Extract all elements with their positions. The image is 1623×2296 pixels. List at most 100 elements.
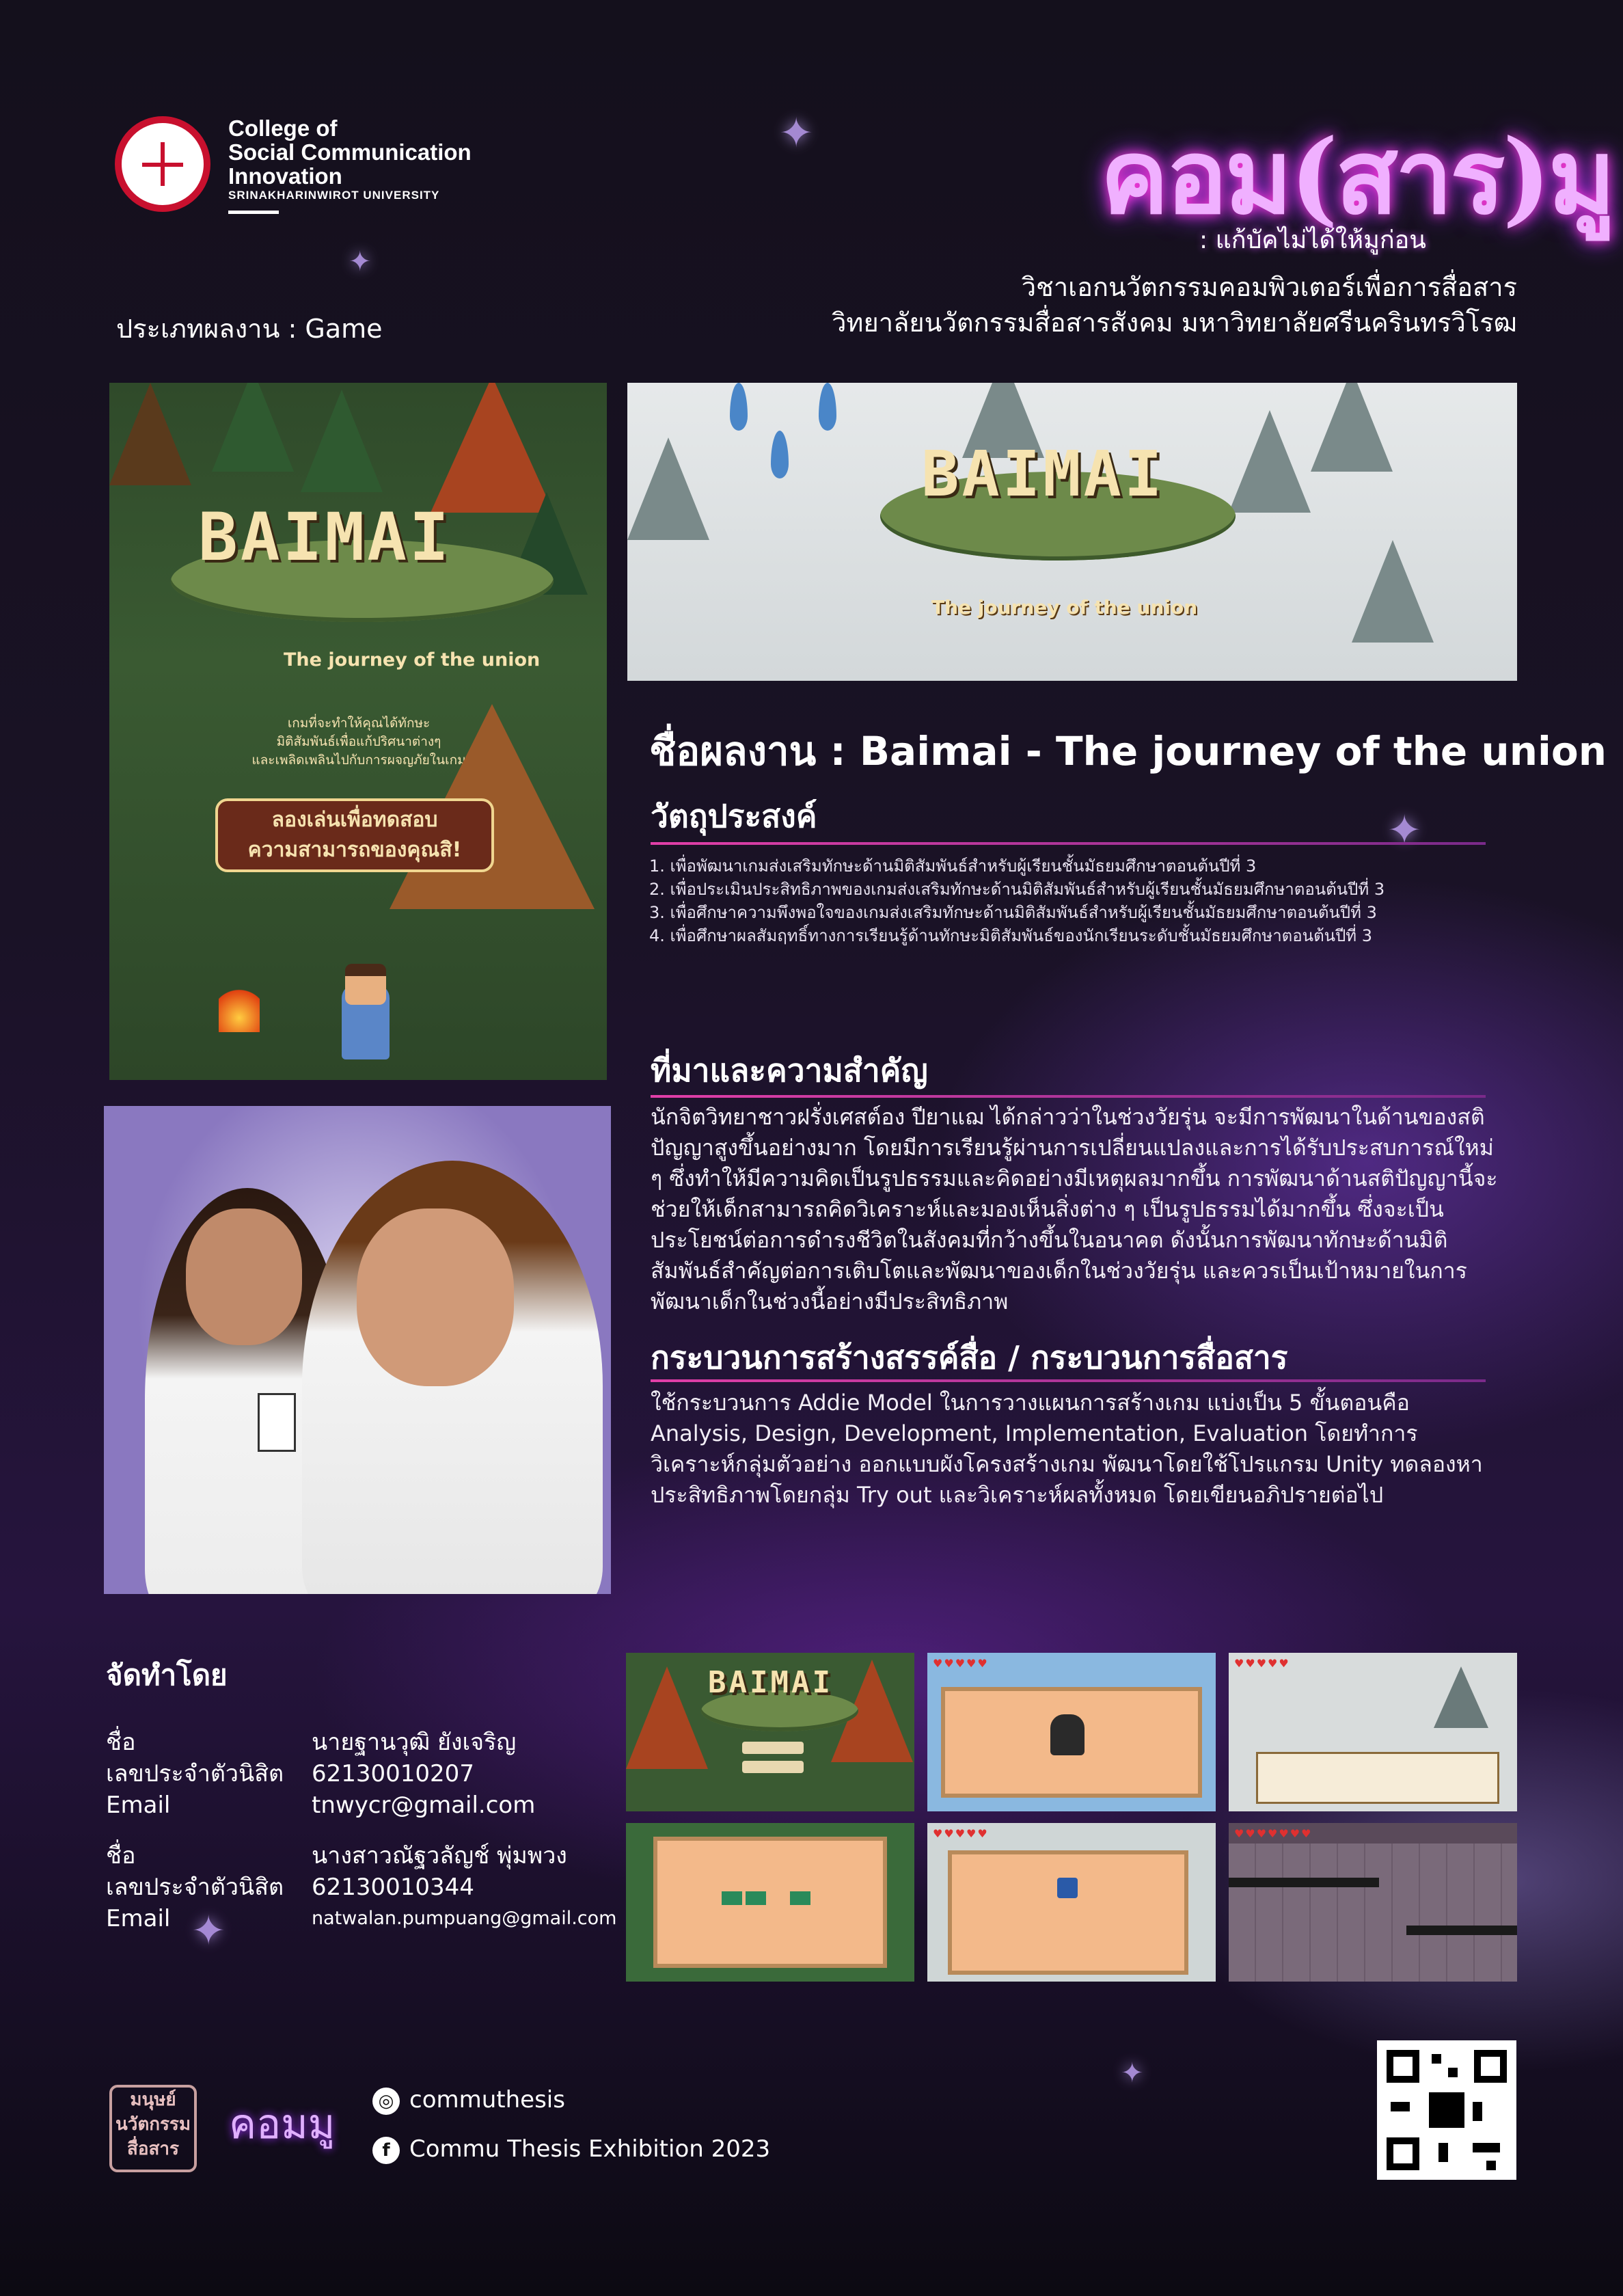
background-heading: ที่มาและความสำคัญ xyxy=(651,1052,928,1089)
project-logo-subtitle: : แก้บัคไม่ได้ให้มูก่อน xyxy=(1199,226,1426,254)
qr-finder xyxy=(1387,2137,1419,2170)
qr-code[interactable] xyxy=(1377,2040,1516,2180)
work-type: ประเภทผลงาน : Game xyxy=(116,314,383,344)
instagram-link[interactable]: ◎ commuthesis xyxy=(372,2086,565,2115)
qr-module xyxy=(1432,2054,1441,2064)
member-1-labels: ชื่อ เลขประจำตัวนิสิต Email xyxy=(106,1729,284,1819)
section-divider xyxy=(651,1095,1486,1098)
game-screenshot: ♥♥♥♥♥ xyxy=(1229,1653,1517,1811)
member-email: tnwycr@gmail.com xyxy=(312,1792,536,1819)
process-text: ใช้กระบวนการ Addie Model ในการวางแผนการส… xyxy=(651,1390,1483,1508)
snow-tree xyxy=(1434,1666,1488,1728)
character-head xyxy=(345,964,386,1005)
qr-module xyxy=(1391,2102,1410,2111)
qr-module xyxy=(1438,2143,1448,2162)
sparkle-decoration: ✦ xyxy=(779,109,814,157)
objectives-heading: วัตถุประสงค์ xyxy=(651,798,817,835)
facebook-link[interactable]: f Commu Thesis Exhibition 2023 xyxy=(372,2135,770,2164)
game-screenshot: ♥♥♥♥♥ xyxy=(927,1823,1216,1982)
qr-module xyxy=(1448,2068,1458,2077)
person-left-face xyxy=(186,1208,302,1345)
member-name: นางสาวณัฐวลัญช์ พุ่มพวง xyxy=(312,1842,567,1869)
game-room xyxy=(948,1850,1188,1975)
project-small-logo: คอมมู xyxy=(229,2101,336,2148)
tree xyxy=(626,1666,708,1769)
game-screenshot: BAIMAI xyxy=(626,1653,914,1811)
process-heading: กระบวนการสร้างสรรค์สื่อ / กระบวนการสื่อส… xyxy=(651,1339,1288,1376)
qr-module xyxy=(1429,2092,1464,2128)
member-name: นายฐานวุฒิ ยังเจริญ xyxy=(312,1729,517,1756)
member-2-labels: ชื่อ เลขประจำตัวนิสิต Email xyxy=(106,1842,284,1932)
game-screenshot: ♥♥♥♥♥ xyxy=(927,1653,1216,1811)
playing-card xyxy=(258,1393,296,1452)
dungeon-floor xyxy=(1229,1843,1517,1982)
college-name: College of Social Communication Innovati… xyxy=(228,116,472,189)
person-right-face xyxy=(357,1208,514,1386)
menu-button xyxy=(742,1742,804,1754)
member-2-values: นางสาวณัฐวลัญช์ พุ่มพวง 62130010344 natw… xyxy=(312,1840,616,1934)
banner-subtitle: The journey of the union xyxy=(931,596,1198,619)
menu-button xyxy=(742,1761,804,1773)
section-divider xyxy=(651,1379,1486,1382)
qr-module xyxy=(1473,2143,1500,2152)
creators-photo xyxy=(104,1106,611,1594)
snow-tree xyxy=(1229,410,1311,513)
member-id: 62130010207 xyxy=(312,1760,474,1787)
hearts-icon: ♥♥♥♥♥ xyxy=(1234,1657,1290,1670)
hearts-icon: ♥♥♥♥♥♥♥ xyxy=(1234,1827,1313,1840)
tree xyxy=(109,383,191,485)
instagram-icon: ◎ xyxy=(372,2087,400,2115)
icicle xyxy=(730,383,748,431)
game-object xyxy=(1050,1714,1085,1755)
dungeon-wall xyxy=(1406,1926,1517,1935)
snow-tree xyxy=(1352,540,1434,643)
poster-title: BAIMAI xyxy=(198,499,452,576)
work-title: ชื่อผลงาน : Baimai - The journey of the … xyxy=(649,728,1607,774)
qr-finder xyxy=(1474,2050,1507,2083)
objective-item: 4. เพื่อศึกษาผลสัมฤทธิ์ทางการเรียนรู้ด้า… xyxy=(649,926,1373,945)
poster-cta-button: ลองเล่นเพื่อทดสอบ ความสามารถของคุณสิ! xyxy=(215,798,494,872)
section-divider xyxy=(651,842,1486,845)
sparkle-decoration: ✦ xyxy=(1121,2057,1144,2089)
puzzle-block xyxy=(722,1891,742,1905)
objectives-list: 1. เพื่อพัฒนาเกมส่งเสริมทักษะด้านมิติสัม… xyxy=(649,854,1497,947)
hearts-icon: ♥♥♥♥♥ xyxy=(933,1827,989,1840)
member-id: 62130010344 xyxy=(312,1874,474,1901)
game-room xyxy=(653,1837,887,1968)
qr-module xyxy=(1473,2102,1482,2121)
snow-tree xyxy=(1311,383,1393,472)
college-underline xyxy=(228,211,279,214)
puzzle-block xyxy=(790,1891,810,1905)
college-logo xyxy=(115,116,210,212)
objective-item: 1. เพื่อพัฒนาเกมส่งเสริมทักษะด้านมิติสัม… xyxy=(649,856,1257,876)
game-poster-image: BAIMAI The journey of the union เกมที่จะ… xyxy=(109,383,607,1080)
icicle xyxy=(819,383,836,431)
department: วิชาเอกนวัตกรรมคอมพิวเตอร์เพื่อการสื่อสา… xyxy=(832,272,1517,338)
game-object xyxy=(1057,1878,1078,1898)
tree xyxy=(301,390,383,492)
banner-title: BAIMAI xyxy=(921,437,1165,511)
game-screenshot: ♥♥♥♥♥♥♥ xyxy=(1229,1823,1517,1982)
icicle xyxy=(771,431,789,478)
dialog-box xyxy=(1256,1752,1499,1804)
tree xyxy=(212,383,294,472)
university-name: SRINAKHARINWIROT UNIVERSITY xyxy=(228,189,440,202)
snow-tree xyxy=(627,437,709,540)
puzzle-block xyxy=(746,1891,766,1905)
game-banner-image: BAIMAI The journey of the union xyxy=(627,383,1517,681)
hearts-icon: ♥♥♥♥♥ xyxy=(933,1657,989,1670)
member-1-values: นายฐานวุฒิ ยังเจริญ 62130010207 tnwycr@g… xyxy=(312,1727,535,1821)
objective-item: 3. เพื่อศึกษาความพึงพอใจของเกมส่งเสริมทั… xyxy=(649,903,1377,922)
game-screenshot xyxy=(626,1823,914,1982)
sparkle-decoration: ✦ xyxy=(1387,807,1422,854)
campfire xyxy=(219,984,260,1032)
objective-item: 2. เพื่อประเมินประสิทธิภาพของเกมส่งเสริม… xyxy=(649,880,1385,899)
facebook-icon: f xyxy=(372,2136,400,2164)
screenshot-title: BAIMAI xyxy=(708,1665,833,1700)
poster-subtitle: The journey of the union xyxy=(284,649,541,671)
sparkle-decoration: ✦ xyxy=(349,246,372,278)
member-email: natwalan.pumpuang@gmail.com xyxy=(312,1908,617,1929)
qr-finder xyxy=(1387,2050,1419,2083)
exhibition-logo: มนุษย์ นวัตกรรม สื่อสาร xyxy=(109,2085,197,2172)
background-text: นักจิตวิทยาชาวฝรั่งเศสต์อง ปียาแฌ ได้กล่… xyxy=(651,1104,1498,1314)
